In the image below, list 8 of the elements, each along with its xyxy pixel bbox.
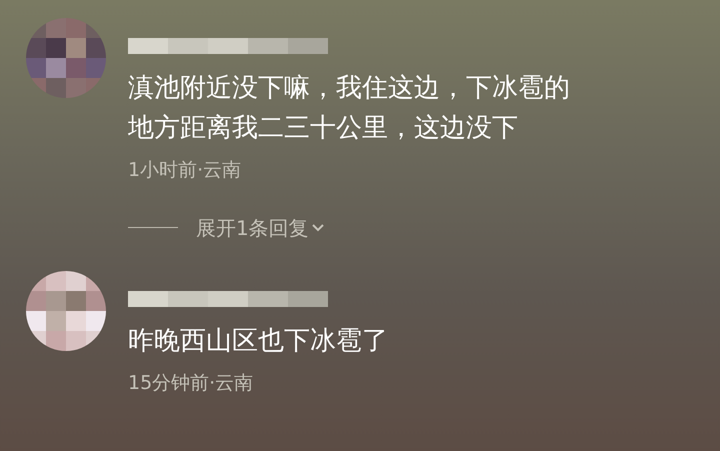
chevron-down-icon	[310, 222, 325, 232]
comment-meta: 15分钟前·云南	[128, 370, 254, 396]
comment-meta: 1小时前·云南	[128, 158, 242, 183]
comment-text: 昨晚西山区也下冰雹了	[128, 324, 389, 358]
expand-replies-button[interactable]: 展开1条回复	[196, 212, 325, 242]
avatar-icon[interactable]	[26, 270, 106, 350]
comment-text: 滇池附近没下嘛，我住这边，下冰雹的地方距离我二三十公里，这边没下	[128, 72, 571, 145]
avatar-icon[interactable]	[26, 18, 106, 98]
